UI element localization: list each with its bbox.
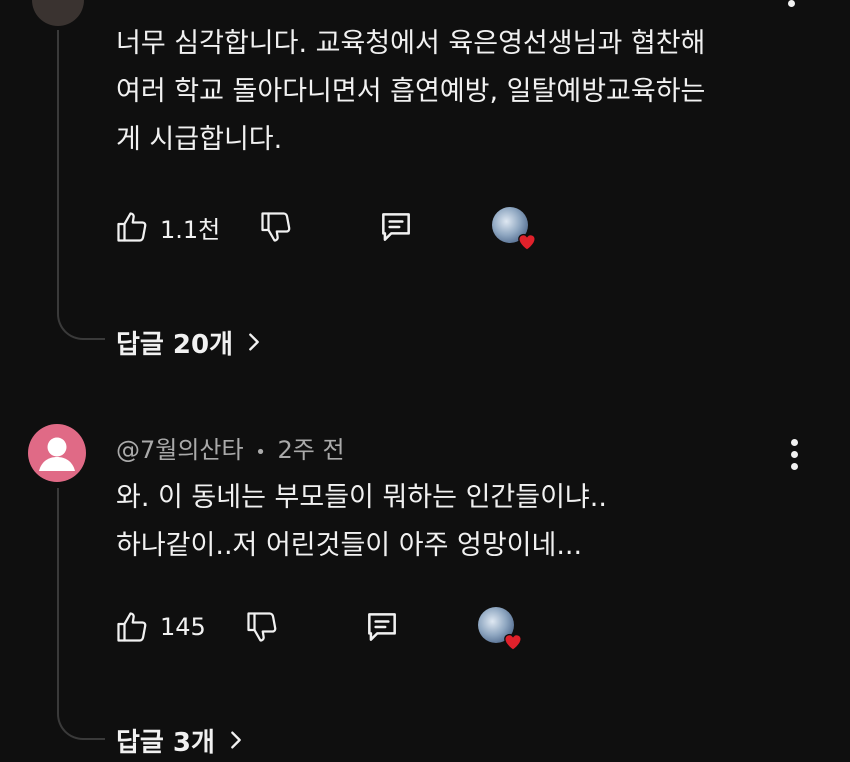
more-options-button[interactable] xyxy=(780,434,808,474)
dislike-icon[interactable] xyxy=(242,606,282,648)
comment-1-line: 여러 학교 돌아다니면서 흡연예방, 일탈예방교육하는 xyxy=(116,76,706,107)
comment-1-line: 너무 심각합니다. 교육청에서 육은영선생님과 협찬해 xyxy=(116,28,706,59)
comment-2-body: 와. 이 동네는 부모들이 뭐하는 인간들이냐.. 하나같이..저 어린것들이 … xyxy=(116,474,607,570)
comment-1-actions: 1.1천 xyxy=(112,206,537,251)
creator-heart-icon xyxy=(492,207,537,251)
dislike-icon[interactable] xyxy=(256,206,296,248)
comment-1-body: 너무 심각합니다. 교육청에서 육은영선생님과 협찬해 여러 학교 돌아다니면서… xyxy=(116,20,705,164)
comment-2-meta: @7월의산타 • 2주 전 xyxy=(116,430,345,465)
reply-thread-line xyxy=(57,488,105,740)
like-count: 145 xyxy=(160,613,206,641)
more-options-icon xyxy=(790,438,798,470)
comment-1-line: 게 시급합니다. xyxy=(116,124,283,155)
view-replies-button[interactable]: 답글 3개 xyxy=(116,720,247,760)
comment-2-line: 와. 이 동네는 부모들이 뭐하는 인간들이냐.. xyxy=(116,482,607,513)
like-icon[interactable] xyxy=(112,206,152,248)
reply-thread-line xyxy=(57,30,105,340)
more-options-icon[interactable] xyxy=(788,0,798,12)
comment-2-line: 하나같이..저 어린것들이 아주 엉망이네... xyxy=(116,530,583,561)
comment-1-avatar[interactable] xyxy=(32,0,84,26)
meta-separator: • xyxy=(255,442,266,463)
comment-2-avatar[interactable] xyxy=(28,424,86,482)
creator-heart-icon xyxy=(477,607,522,651)
reply-icon[interactable] xyxy=(374,206,418,248)
chevron-right-icon xyxy=(249,333,259,351)
default-avatar-icon xyxy=(39,437,75,471)
comment-author[interactable]: @7월의산타 xyxy=(116,436,244,464)
replies-label: 답글 3개 xyxy=(116,727,215,758)
comment-time: 2주 전 xyxy=(277,436,345,464)
like-icon[interactable] xyxy=(112,606,152,648)
comment-2-actions: 145 xyxy=(112,606,522,651)
reply-icon[interactable] xyxy=(360,606,404,648)
like-count: 1.1천 xyxy=(160,215,221,244)
replies-label: 답글 20개 xyxy=(116,329,233,360)
heart-icon xyxy=(503,634,522,651)
chevron-right-icon xyxy=(231,731,241,749)
heart-icon xyxy=(518,234,537,251)
view-replies-button[interactable]: 답글 20개 xyxy=(116,322,265,362)
